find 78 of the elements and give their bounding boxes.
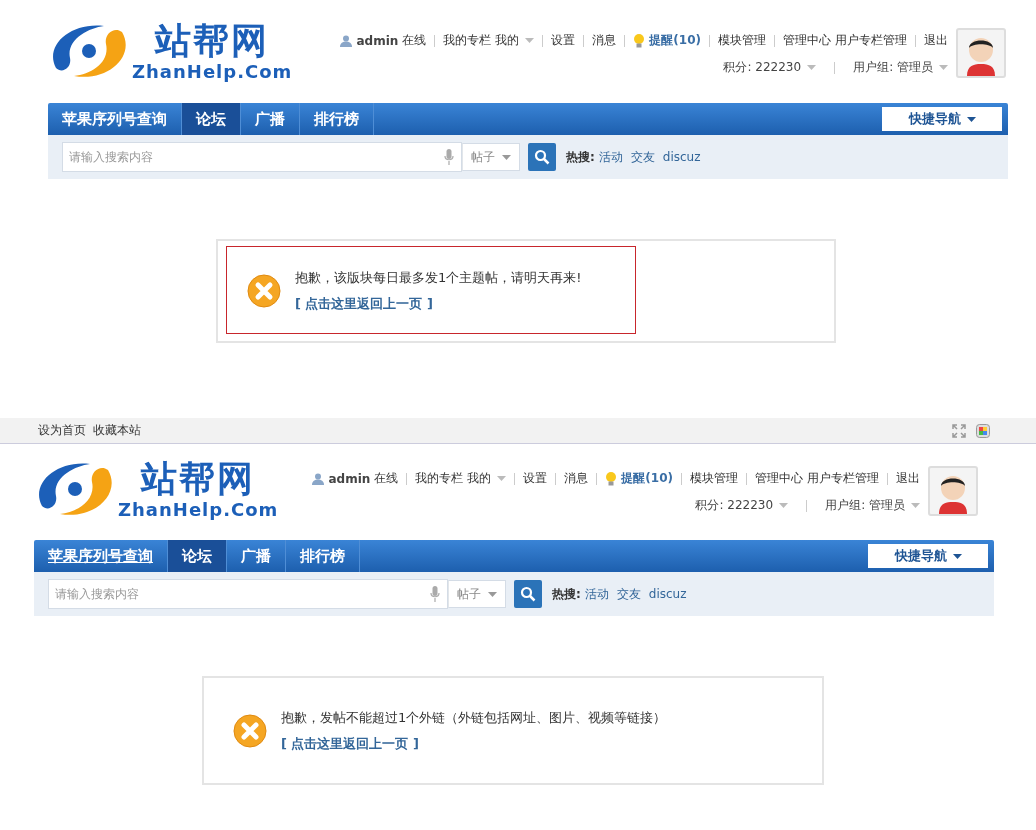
user-menu-link[interactable]: 用户专栏管理 [807, 470, 879, 487]
user-menu-link[interactable]: 模块管理 [690, 470, 738, 487]
error-message: 抱歉，发帖不能超过1个外链（外链包括网址、图片、视频等链接） [281, 708, 667, 727]
back-link[interactable]: [ 点击这里返回上一页 ] [281, 734, 667, 753]
lightbulb-icon [633, 33, 646, 48]
hot-search-link[interactable]: 交友 [630, 148, 655, 166]
logo-domain: ZhanHelp.Com [132, 62, 293, 82]
quick-nav-button[interactable]: 快捷导航 [882, 107, 1002, 131]
hot-search-label: 热搜: [566, 148, 595, 166]
site-logo[interactable]: 站帮网 ZhanHelp.Com [48, 18, 293, 84]
username-link[interactable]: admin [356, 33, 399, 48]
site-logo[interactable]: 站帮网 ZhanHelp.Com [34, 456, 279, 522]
caret-icon [911, 503, 920, 508]
quick-nav-button[interactable]: 快捷导航 [868, 544, 988, 568]
color-palette-icon[interactable] [976, 423, 990, 438]
avatar[interactable] [928, 466, 978, 516]
user-menu-link[interactable]: 设置 [523, 470, 548, 487]
caret-icon [952, 553, 962, 559]
nav-tab[interactable]: 论坛 [182, 103, 241, 135]
menu-link[interactable]: 我的 [467, 470, 507, 487]
menu-link[interactable]: 我的 [495, 32, 535, 49]
search-icon [534, 149, 550, 165]
hot-search-link[interactable]: discuz [662, 150, 701, 164]
user-info-menu[interactable]: 积分: 222230 [723, 59, 817, 76]
user-info-menu[interactable]: 用户组: 管理员 [853, 59, 948, 76]
hot-search-link[interactable]: discuz [648, 587, 687, 601]
user-info-menu[interactable]: 积分: 222230 [695, 497, 789, 514]
logo-name: 站帮网 [155, 20, 270, 62]
user-menu-link[interactable]: 在线 [374, 470, 399, 487]
back-link[interactable]: [ 点击这里返回上一页 ] [295, 295, 582, 313]
search-button[interactable] [514, 580, 542, 608]
user-icon [340, 34, 353, 47]
caret-icon [502, 154, 511, 160]
top-bar-link[interactable]: 设为首页 [38, 422, 86, 439]
user-menu-link[interactable]: 用户专栏管理 [835, 32, 907, 49]
search-scope-select[interactable]: 帖子 [462, 143, 520, 171]
search-icon [520, 586, 536, 602]
user-menu-link[interactable]: 在线 [402, 32, 427, 49]
caret-icon [807, 65, 817, 70]
error-icon [247, 274, 281, 308]
user-menu-link[interactable]: 退出 [924, 32, 948, 49]
caret-icon [497, 476, 507, 481]
nav-tab[interactable]: 论坛 [168, 540, 227, 572]
hot-search-link[interactable]: 活动 [584, 585, 609, 603]
top-bar-link[interactable]: 收藏本站 [93, 422, 141, 439]
search-field[interactable]: 请输入搜索内容 [62, 142, 462, 172]
logo-domain: ZhanHelp.Com [118, 500, 279, 520]
user-menu-link[interactable]: 退出 [896, 470, 920, 487]
username-link[interactable]: admin [328, 471, 371, 486]
user-menu-link[interactable]: 我的专栏 [443, 32, 492, 49]
caret-icon [966, 116, 976, 122]
caret-icon [525, 38, 535, 43]
user-menu-link[interactable]: 消息 [564, 470, 589, 487]
search-scope-select[interactable]: 帖子 [448, 580, 506, 608]
caret-icon [779, 503, 789, 508]
user-menu-link[interactable]: 设置 [551, 32, 576, 49]
caret-icon [939, 65, 948, 70]
reminder-link[interactable]: 提醒(10) [649, 32, 701, 49]
logo-name: 站帮网 [141, 458, 256, 500]
search-field[interactable]: 请输入搜索内容 [48, 579, 448, 609]
error-message: 抱歉，该版块每日最多发1个主题帖，请明天再来! [295, 269, 582, 287]
hot-search-label: 热搜: [552, 585, 581, 603]
user-menu-link[interactable]: 我的专栏 [415, 470, 464, 487]
user-info-menu[interactable]: 用户组: 管理员 [825, 497, 920, 514]
reminder-link[interactable]: 提醒(10) [621, 470, 673, 487]
user-menu-link[interactable]: 管理中心 [783, 32, 831, 49]
hot-search-link[interactable]: 交友 [616, 585, 641, 603]
caret-icon [488, 591, 497, 597]
fullscreen-icon[interactable] [952, 423, 966, 438]
user-menu-link[interactable]: 管理中心 [755, 470, 803, 487]
hot-search-link[interactable]: 活动 [598, 148, 623, 166]
user-icon [312, 472, 325, 485]
user-menu-link[interactable]: 消息 [592, 32, 617, 49]
lightbulb-icon [605, 471, 618, 486]
search-button[interactable] [528, 143, 556, 171]
error-icon [233, 713, 267, 748]
avatar[interactable] [956, 28, 1006, 78]
user-menu-link[interactable]: 模块管理 [718, 32, 766, 49]
